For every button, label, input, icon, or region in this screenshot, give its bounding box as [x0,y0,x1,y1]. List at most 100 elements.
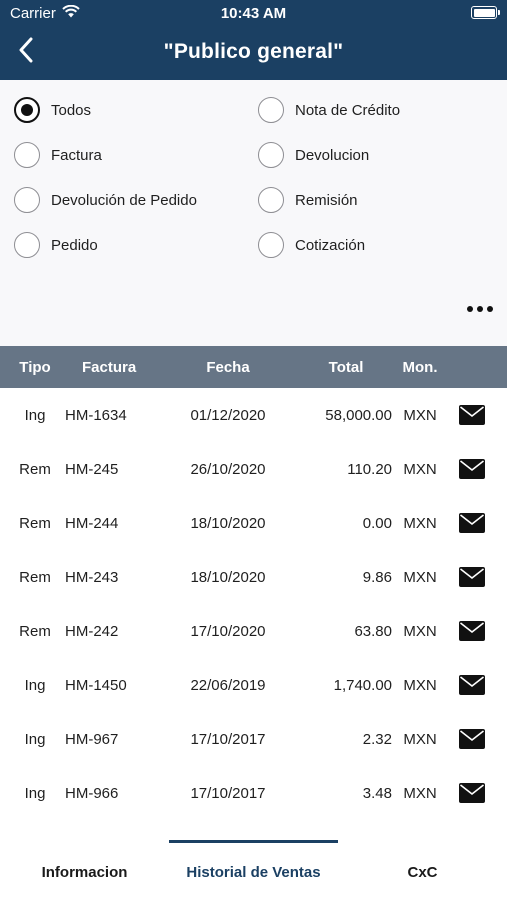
cell-moneda: MXN [403,407,437,424]
radio-button [258,232,284,258]
table-row[interactable]: Rem HM-243 18/10/2020 9.86 MXN [0,550,507,604]
cell-tipo: Ing [24,785,46,802]
mail-icon[interactable] [459,459,485,479]
cell-factura: HM-245 [65,461,119,478]
cell-moneda: MXN [403,785,437,802]
cell-total: 1,740.00 [333,677,392,694]
bottom-tab-bar: Informacion Historial de Ventas CxC [0,840,507,900]
mail-icon[interactable] [459,567,485,587]
cell-moneda: MXN [403,731,437,748]
column-header-fecha: Fecha [206,359,250,376]
cell-total: 63.80 [354,623,392,640]
cell-total: 9.86 [362,569,392,586]
cell-factura: HM-244 [65,515,119,532]
radio-button [258,97,284,123]
column-header-moneda: Mon. [402,359,438,376]
filter-option-label: Remisión [295,191,358,209]
column-header-total: Total [328,359,364,376]
mail-icon[interactable] [459,405,485,425]
mail-icon[interactable] [459,675,485,695]
filter-option-devolucion[interactable]: Devolucion [258,137,369,173]
cell-moneda: MXN [403,623,437,640]
cell-tipo: Ing [24,677,46,694]
cell-fecha: 17/10/2020 [190,623,266,640]
filter-option-todos[interactable]: Todos [14,92,91,128]
radio-button [14,187,40,213]
filter-option-factura[interactable]: Factura [14,137,102,173]
tab-informacion[interactable]: Informacion [0,840,169,900]
mail-icon[interactable] [459,513,485,533]
cell-moneda: MXN [403,677,437,694]
cell-total: 110.20 [347,461,392,478]
cell-tipo: Rem [19,569,51,586]
filter-option-label: Pedido [51,236,98,254]
table-row[interactable]: Rem HM-245 26/10/2020 110.20 MXN [0,442,507,496]
filter-option-label: Devolución de Pedido [51,191,197,209]
cell-total: 2.32 [362,731,392,748]
cell-tipo: Rem [19,623,51,640]
tab-cxc[interactable]: CxC [338,840,507,900]
table-row[interactable]: Rem HM-242 17/10/2020 63.80 MXN [0,604,507,658]
table-row[interactable]: Ing HM-1450 22/06/2019 1,740.00 MXN [0,658,507,712]
filter-option-remision[interactable]: Remisión [258,182,358,218]
table-row[interactable]: Ing HM-1634 01/12/2020 58,000.00 MXN [0,388,507,442]
cell-fecha: 17/10/2017 [190,731,266,748]
filter-option-devolucion-de-pedido[interactable]: Devolución de Pedido [14,182,197,218]
cell-total: 3.48 [362,785,392,802]
sales-history-list[interactable]: Ing HM-1634 01/12/2020 58,000.00 MXN Rem… [0,388,507,840]
cell-tipo: Ing [24,407,46,424]
document-type-filter: Todos Nota de Crédito Factura Devolucion… [0,80,507,346]
column-header-factura: Factura [82,359,137,376]
cell-total: 0.00 [362,515,392,532]
status-time: 10:43 AM [220,5,287,22]
cell-tipo: Rem [19,515,51,532]
cell-fecha: 18/10/2020 [190,515,266,532]
mail-icon[interactable] [459,621,485,641]
filter-option-cotizacion[interactable]: Cotización [258,227,365,263]
cell-factura: HM-967 [65,731,119,748]
cell-factura: HM-1450 [65,677,127,694]
status-bar: Carrier 10:43 AM [0,0,507,28]
filter-option-pedido[interactable]: Pedido [14,227,98,263]
table-row[interactable]: Ing HM-967 17/10/2017 2.32 MXN [0,712,507,766]
page-title: "Publico general" [163,40,344,63]
battery-icon [471,6,500,19]
filter-option-label: Cotización [295,236,366,254]
mail-icon[interactable] [459,783,485,803]
table-row[interactable]: Rem HM-244 18/10/2020 0.00 MXN [0,496,507,550]
back-button[interactable] [12,36,40,68]
cell-moneda: MXN [403,515,437,532]
filter-option-label: Devolucion [295,146,370,164]
column-header-tipo: Tipo [19,359,51,376]
cell-moneda: MXN [403,569,437,586]
radio-button [14,142,40,168]
navigation-bar: Carrier 10:43 AM "Publico general" [0,0,507,80]
filter-option-label: Todos [51,101,92,119]
tab-historial-de-ventas[interactable]: Historial de Ventas [169,840,338,900]
radio-button-selected [14,97,40,123]
filter-option-nota-de-credito[interactable]: Nota de Crédito [258,92,400,128]
cell-fecha: 26/10/2020 [190,461,266,478]
cell-fecha: 17/10/2017 [190,785,266,802]
cell-tipo: Rem [19,461,51,478]
cell-fecha: 18/10/2020 [190,569,266,586]
filter-option-label: Nota de Crédito [295,101,401,119]
chevron-left-icon [18,37,34,68]
more-dots-icon[interactable] [467,302,493,316]
cell-factura: HM-243 [65,569,119,586]
cell-factura: HM-1634 [65,407,127,424]
filter-option-label: Factura [51,146,102,164]
cell-fecha: 01/12/2020 [190,407,266,424]
radio-button [14,232,40,258]
cell-moneda: MXN [403,461,437,478]
table-row[interactable]: Ing HM-966 17/10/2017 3.48 MXN [0,766,507,820]
mail-icon[interactable] [459,729,485,749]
radio-button [258,142,284,168]
table-header: Tipo Factura Fecha Total Mon. [0,346,507,388]
cell-fecha: 22/06/2019 [190,677,266,694]
radio-button [258,187,284,213]
cell-factura: HM-966 [65,785,119,802]
cell-total: 58,000.00 [325,407,392,424]
cell-tipo: Ing [24,731,46,748]
cell-factura: HM-242 [65,623,119,640]
